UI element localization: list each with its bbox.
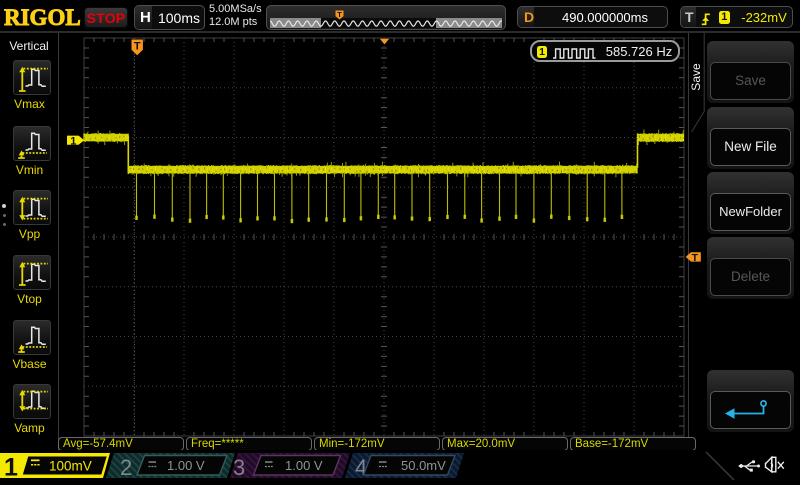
svg-text:1.00 V: 1.00 V bbox=[285, 458, 323, 473]
svg-text:3: 3 bbox=[233, 455, 245, 480]
svg-text:1: 1 bbox=[4, 454, 18, 481]
svg-text:50.0mV: 50.0mV bbox=[401, 458, 446, 473]
svg-text:T: T bbox=[134, 41, 141, 53]
svg-text:2: 2 bbox=[120, 455, 132, 480]
svg-text:100mV: 100mV bbox=[49, 459, 92, 474]
svg-text:4: 4 bbox=[355, 455, 367, 480]
svg-text:1: 1 bbox=[70, 135, 76, 147]
svg-text:T: T bbox=[692, 252, 699, 263]
svg-text:1.00 V: 1.00 V bbox=[167, 458, 205, 473]
